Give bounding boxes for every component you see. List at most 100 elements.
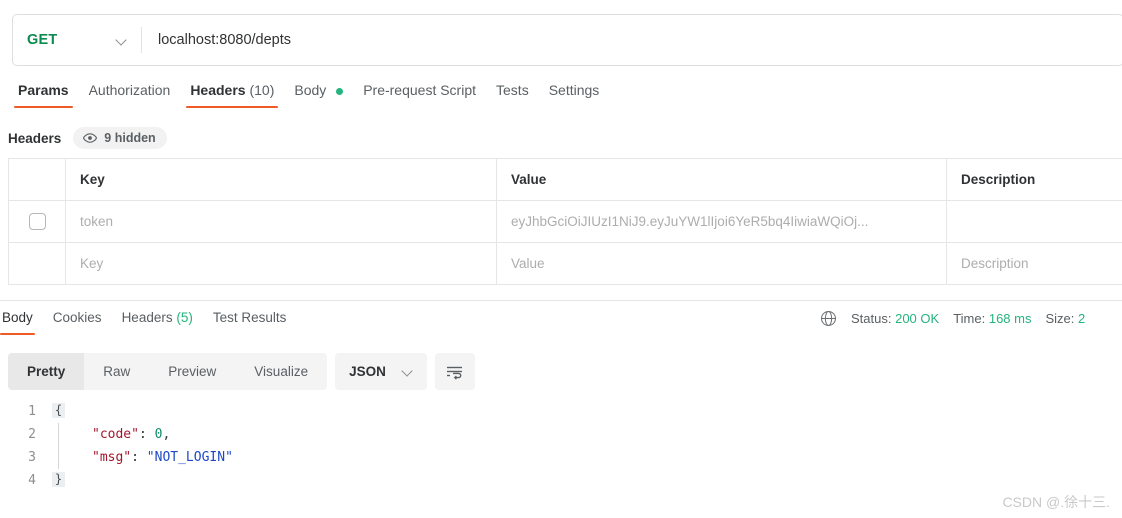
view-preview-button[interactable]: Preview xyxy=(149,353,235,390)
time-badge[interactable]: Time: 168 ms xyxy=(953,311,1031,326)
response-tab-test-results[interactable]: Test Results xyxy=(203,308,297,335)
tab-tests-label: Tests xyxy=(496,82,529,98)
indent-guide xyxy=(52,446,65,469)
json-key: "code" xyxy=(92,427,139,442)
size-badge[interactable]: Size: 2 xyxy=(1045,311,1085,326)
response-tab-test-results-label: Test Results xyxy=(212,310,287,325)
json-punct: : xyxy=(131,450,147,465)
headers-section-bar: Headers 9 hidden xyxy=(8,126,167,150)
size-value: 2 xyxy=(1078,311,1086,326)
response-body-code[interactable]: 1 { 2 "code": 0, 3 "msg": "NOT_LOGIN" 4 … xyxy=(8,400,1122,492)
response-divider xyxy=(0,300,1122,301)
status-value: 200 OK xyxy=(895,311,940,326)
time-value: 168 ms xyxy=(988,311,1032,326)
tab-params[interactable]: Params xyxy=(8,80,79,108)
new-row-checkbox-cell xyxy=(9,243,66,284)
status-label: Status: xyxy=(851,311,892,326)
url-bar-container: GET xyxy=(12,14,1122,66)
json-key: "msg" xyxy=(92,450,132,465)
tab-authorization[interactable]: Authorization xyxy=(79,80,181,108)
indent-guide xyxy=(52,423,65,446)
header-description-input[interactable] xyxy=(947,201,1122,242)
header-key-input[interactable]: token xyxy=(66,201,497,242)
tab-headers[interactable]: Headers (10) xyxy=(180,80,284,108)
body-modified-dot-icon xyxy=(336,87,344,95)
watermark: CSDN @.徐十三. xyxy=(1002,494,1110,510)
table-row: Key Value Description xyxy=(9,243,1122,285)
response-language-label: JSON xyxy=(349,364,386,379)
column-header-key: Key xyxy=(66,159,497,200)
table-row: token eyJhbGciOiJIUzI1NiJ9.eyJuYW1lIjoi6… xyxy=(9,201,1122,243)
line-number: 2 xyxy=(28,427,36,442)
header-value-input[interactable]: eyJhbGciOiJIUzI1NiJ9.eyJuYW1lIjoi6YeR5bq… xyxy=(497,201,947,242)
eye-icon xyxy=(83,133,98,143)
status-badge[interactable]: Status: 200 OK xyxy=(851,311,939,326)
tab-headers-label: Headers xyxy=(190,82,246,98)
globe-icon[interactable] xyxy=(820,310,837,327)
headers-table: Key Value Description token eyJhbGciOiJI… xyxy=(8,158,1122,285)
new-header-key-input[interactable]: Key xyxy=(66,243,497,284)
tab-body[interactable]: Body xyxy=(284,80,353,108)
code-line-text: "msg": "NOT_LOGIN" xyxy=(65,446,233,469)
tab-pre-request-script-label: Pre-request Script xyxy=(363,82,477,98)
chevron-down-icon xyxy=(402,366,413,377)
http-method-selector[interactable]: GET xyxy=(13,15,141,65)
size-label: Size: xyxy=(1045,311,1075,326)
code-fold-toggle[interactable]: { xyxy=(52,403,65,418)
json-punct: : xyxy=(138,427,155,442)
tab-body-label: Body xyxy=(294,82,327,98)
column-header-description: Description xyxy=(947,159,1122,200)
request-url-bar: GET xyxy=(12,14,1122,66)
chevron-down-icon xyxy=(116,35,127,46)
tab-headers-count: (10) xyxy=(249,82,275,98)
line-number: 1 xyxy=(28,404,36,419)
tab-tests[interactable]: Tests xyxy=(486,80,539,108)
response-tab-headers-label: Headers xyxy=(121,310,173,325)
view-raw-button[interactable]: Raw xyxy=(84,353,149,390)
response-tab-cookies-label: Cookies xyxy=(52,310,102,325)
hidden-headers-label: 9 hidden xyxy=(104,131,156,145)
json-string: "NOT_LOGIN" xyxy=(146,450,233,465)
line-number: 3 xyxy=(28,450,36,465)
row-checkbox[interactable] xyxy=(28,213,46,230)
response-format-toolbar: Pretty Raw Preview Visualize JSON xyxy=(8,353,475,390)
response-tab-cookies[interactable]: Cookies xyxy=(43,308,112,335)
column-header-select xyxy=(9,159,66,200)
response-view-switch: Pretty Raw Preview Visualize xyxy=(8,353,328,390)
headers-section-title: Headers xyxy=(8,130,62,146)
response-tabs: Body Cookies Headers (5) Test Results xyxy=(0,308,296,340)
hidden-headers-toggle[interactable]: 9 hidden xyxy=(73,127,167,149)
response-tab-headers[interactable]: Headers (5) xyxy=(112,308,203,335)
url-input[interactable] xyxy=(142,15,1122,65)
headers-table-header-row: Key Value Description xyxy=(9,159,1122,201)
response-tab-body-label: Body xyxy=(2,310,33,325)
code-line-text: "code": 0, xyxy=(65,423,170,446)
line-number: 4 xyxy=(28,473,36,488)
code-fold-toggle[interactable]: } xyxy=(52,472,65,487)
view-pretty-button[interactable]: Pretty xyxy=(8,353,85,390)
request-tabs: Params Authorization Headers (10) Body P… xyxy=(8,80,609,114)
response-status-bar: Status: 200 OK Time: 168 ms Size: 2 xyxy=(820,310,1085,327)
column-header-value: Value xyxy=(497,159,947,200)
new-header-value-input[interactable]: Value xyxy=(497,243,947,284)
tab-pre-request-script[interactable]: Pre-request Script xyxy=(353,80,486,108)
word-wrap-icon xyxy=(447,366,463,380)
word-wrap-toggle[interactable] xyxy=(434,353,475,390)
code-line: 4 } xyxy=(8,469,1122,492)
row-checkbox-cell xyxy=(9,201,66,242)
response-tab-body[interactable]: Body xyxy=(0,308,43,335)
code-line: 3 "msg": "NOT_LOGIN" xyxy=(8,446,1122,469)
code-line: 1 { xyxy=(8,400,1122,423)
tab-params-label: Params xyxy=(18,82,69,98)
new-header-description-input[interactable]: Description xyxy=(947,243,1122,284)
tab-settings-label: Settings xyxy=(548,82,600,98)
code-line: 2 "code": 0, xyxy=(8,423,1122,446)
tab-settings[interactable]: Settings xyxy=(539,80,610,108)
http-method-label: GET xyxy=(27,32,58,48)
tab-authorization-label: Authorization xyxy=(88,82,171,98)
response-tab-headers-count: (5) xyxy=(176,310,193,325)
view-visualize-button[interactable]: Visualize xyxy=(235,353,327,390)
json-punct: , xyxy=(162,427,171,442)
time-label: Time: xyxy=(953,311,986,326)
response-language-selector[interactable]: JSON xyxy=(335,353,427,390)
